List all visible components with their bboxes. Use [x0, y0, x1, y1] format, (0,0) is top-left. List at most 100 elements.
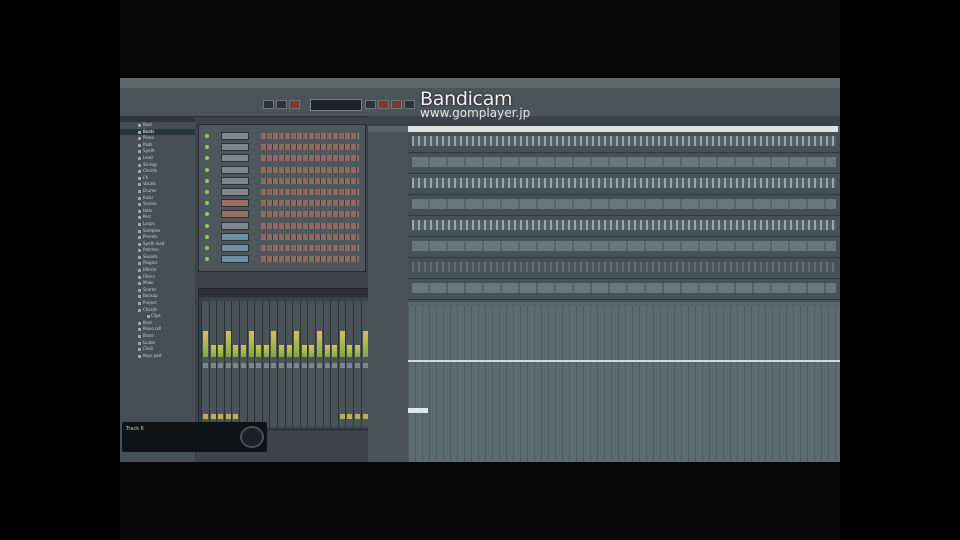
browser-item[interactable]: Mixer: [120, 280, 195, 287]
pan-knob[interactable]: [309, 363, 315, 368]
pan-knob[interactable]: [263, 363, 269, 368]
channel-row[interactable]: [199, 153, 365, 163]
track-area[interactable]: [408, 132, 840, 302]
playlist-button[interactable]: [404, 100, 415, 109]
piano-roll-note[interactable]: [408, 408, 428, 413]
stop-button[interactable]: [276, 100, 287, 109]
browser-item[interactable]: Perc: [120, 214, 195, 221]
browser-item[interactable]: Filters: [120, 274, 195, 281]
channel-button[interactable]: [221, 232, 249, 241]
step-pads[interactable]: [261, 211, 359, 218]
browser-item[interactable]: Loops: [120, 221, 195, 228]
pan-knob[interactable]: [225, 363, 231, 368]
mixer-panel[interactable]: [198, 288, 370, 430]
pan-knob[interactable]: [271, 363, 277, 368]
volume-fader[interactable]: [355, 414, 360, 419]
volume-fader[interactable]: [347, 414, 353, 419]
step-pads[interactable]: [261, 177, 359, 184]
pan-knob[interactable]: [203, 363, 208, 368]
pattern-clip[interactable]: [412, 241, 836, 251]
play-button[interactable]: [263, 100, 274, 109]
channel-row[interactable]: [199, 209, 365, 219]
channel-led-icon[interactable]: [205, 178, 209, 183]
playlist-track[interactable]: [408, 279, 840, 300]
browser-item[interactable]: Project: [120, 300, 195, 307]
browser-item[interactable]: Bass: [120, 122, 195, 129]
channel-row[interactable]: [199, 254, 365, 264]
pan-knob[interactable]: [248, 363, 254, 368]
browser-item[interactable]: Synth: [120, 148, 195, 155]
browser-item[interactable]: Patches: [120, 247, 195, 254]
step-pads[interactable]: [261, 155, 359, 162]
channel-button[interactable]: [221, 199, 249, 208]
channel-row[interactable]: [199, 142, 365, 152]
channel-button[interactable]: [221, 165, 249, 174]
pattern-clip[interactable]: [412, 283, 836, 293]
browser-item[interactable]: Choir: [120, 346, 195, 353]
pattern-clip[interactable]: [412, 199, 836, 209]
volume-fader[interactable]: [203, 414, 208, 419]
pan-knob[interactable]: [286, 363, 292, 368]
channel-button[interactable]: [221, 255, 249, 264]
playlist-track[interactable]: [408, 195, 840, 216]
playlist-track[interactable]: [408, 174, 840, 195]
pan-knob[interactable]: [256, 363, 262, 368]
step-pads[interactable]: [261, 233, 359, 240]
playlist-track[interactable]: [408, 153, 840, 174]
volume-fader[interactable]: [233, 414, 239, 419]
browser-item[interactable]: Hats: [120, 208, 195, 215]
pan-knob[interactable]: [301, 363, 307, 368]
channel-row[interactable]: [199, 221, 365, 231]
pan-knob[interactable]: [362, 363, 368, 368]
channel-led-icon[interactable]: [205, 201, 209, 206]
volume-fader[interactable]: [225, 414, 231, 419]
pan-knob[interactable]: [355, 363, 360, 368]
pan-knob[interactable]: [317, 363, 322, 368]
browser-item[interactable]: Kicks: [120, 195, 195, 202]
volume-fader[interactable]: [210, 414, 216, 419]
channel-button[interactable]: [221, 176, 249, 185]
browser-item[interactable]: Clips: [120, 313, 195, 320]
browser-item[interactable]: Snares: [120, 201, 195, 208]
channel-led-icon[interactable]: [205, 223, 209, 228]
browser-item[interactable]: Chords: [120, 307, 195, 314]
step-pads[interactable]: [261, 245, 359, 251]
channel-row[interactable]: [199, 198, 365, 208]
browser-item[interactable]: Piano roll: [120, 326, 195, 333]
record-button[interactable]: [289, 100, 300, 109]
channel-row[interactable]: [199, 131, 365, 141]
channel-row[interactable]: [199, 187, 365, 197]
pattern-clip[interactable]: [412, 262, 836, 272]
channel-led-icon[interactable]: [205, 145, 209, 150]
channel-led-icon[interactable]: [205, 134, 209, 138]
channel-button[interactable]: [221, 221, 249, 230]
track-labels[interactable]: [368, 132, 408, 462]
channel-button[interactable]: [221, 244, 249, 252]
browser-item[interactable]: Backup: [120, 293, 195, 300]
volume-fader[interactable]: [362, 414, 368, 419]
pan-knob[interactable]: [210, 363, 216, 368]
channel-row[interactable]: [199, 232, 365, 242]
browser-item[interactable]: Keys: [120, 320, 195, 327]
channel-led-icon[interactable]: [205, 190, 209, 194]
pattern-clip[interactable]: [412, 178, 836, 188]
pan-knob[interactable]: [324, 363, 330, 368]
browser-item[interactable]: Samples: [120, 228, 195, 235]
playlist-track[interactable]: [408, 216, 840, 237]
browser-item[interactable]: Effects: [120, 267, 195, 274]
channel-led-icon[interactable]: [205, 234, 209, 239]
pan-knob[interactable]: [332, 363, 338, 368]
channel-button[interactable]: [221, 210, 249, 219]
browser-item[interactable]: Pads: [120, 142, 195, 149]
pan-knob[interactable]: [347, 363, 353, 368]
pan-knob[interactable]: [279, 363, 284, 368]
step-pads[interactable]: [261, 166, 359, 173]
browser-item[interactable]: Strings: [120, 162, 195, 169]
pan-knob[interactable]: [294, 363, 300, 368]
pattern-clip[interactable]: [412, 136, 836, 146]
pattern-clip[interactable]: [412, 220, 836, 230]
playlist-track[interactable]: [408, 258, 840, 279]
browser-item[interactable]: Keys pad: [120, 353, 195, 360]
channel-row[interactable]: [199, 176, 365, 186]
pan-knob[interactable]: [218, 363, 224, 368]
